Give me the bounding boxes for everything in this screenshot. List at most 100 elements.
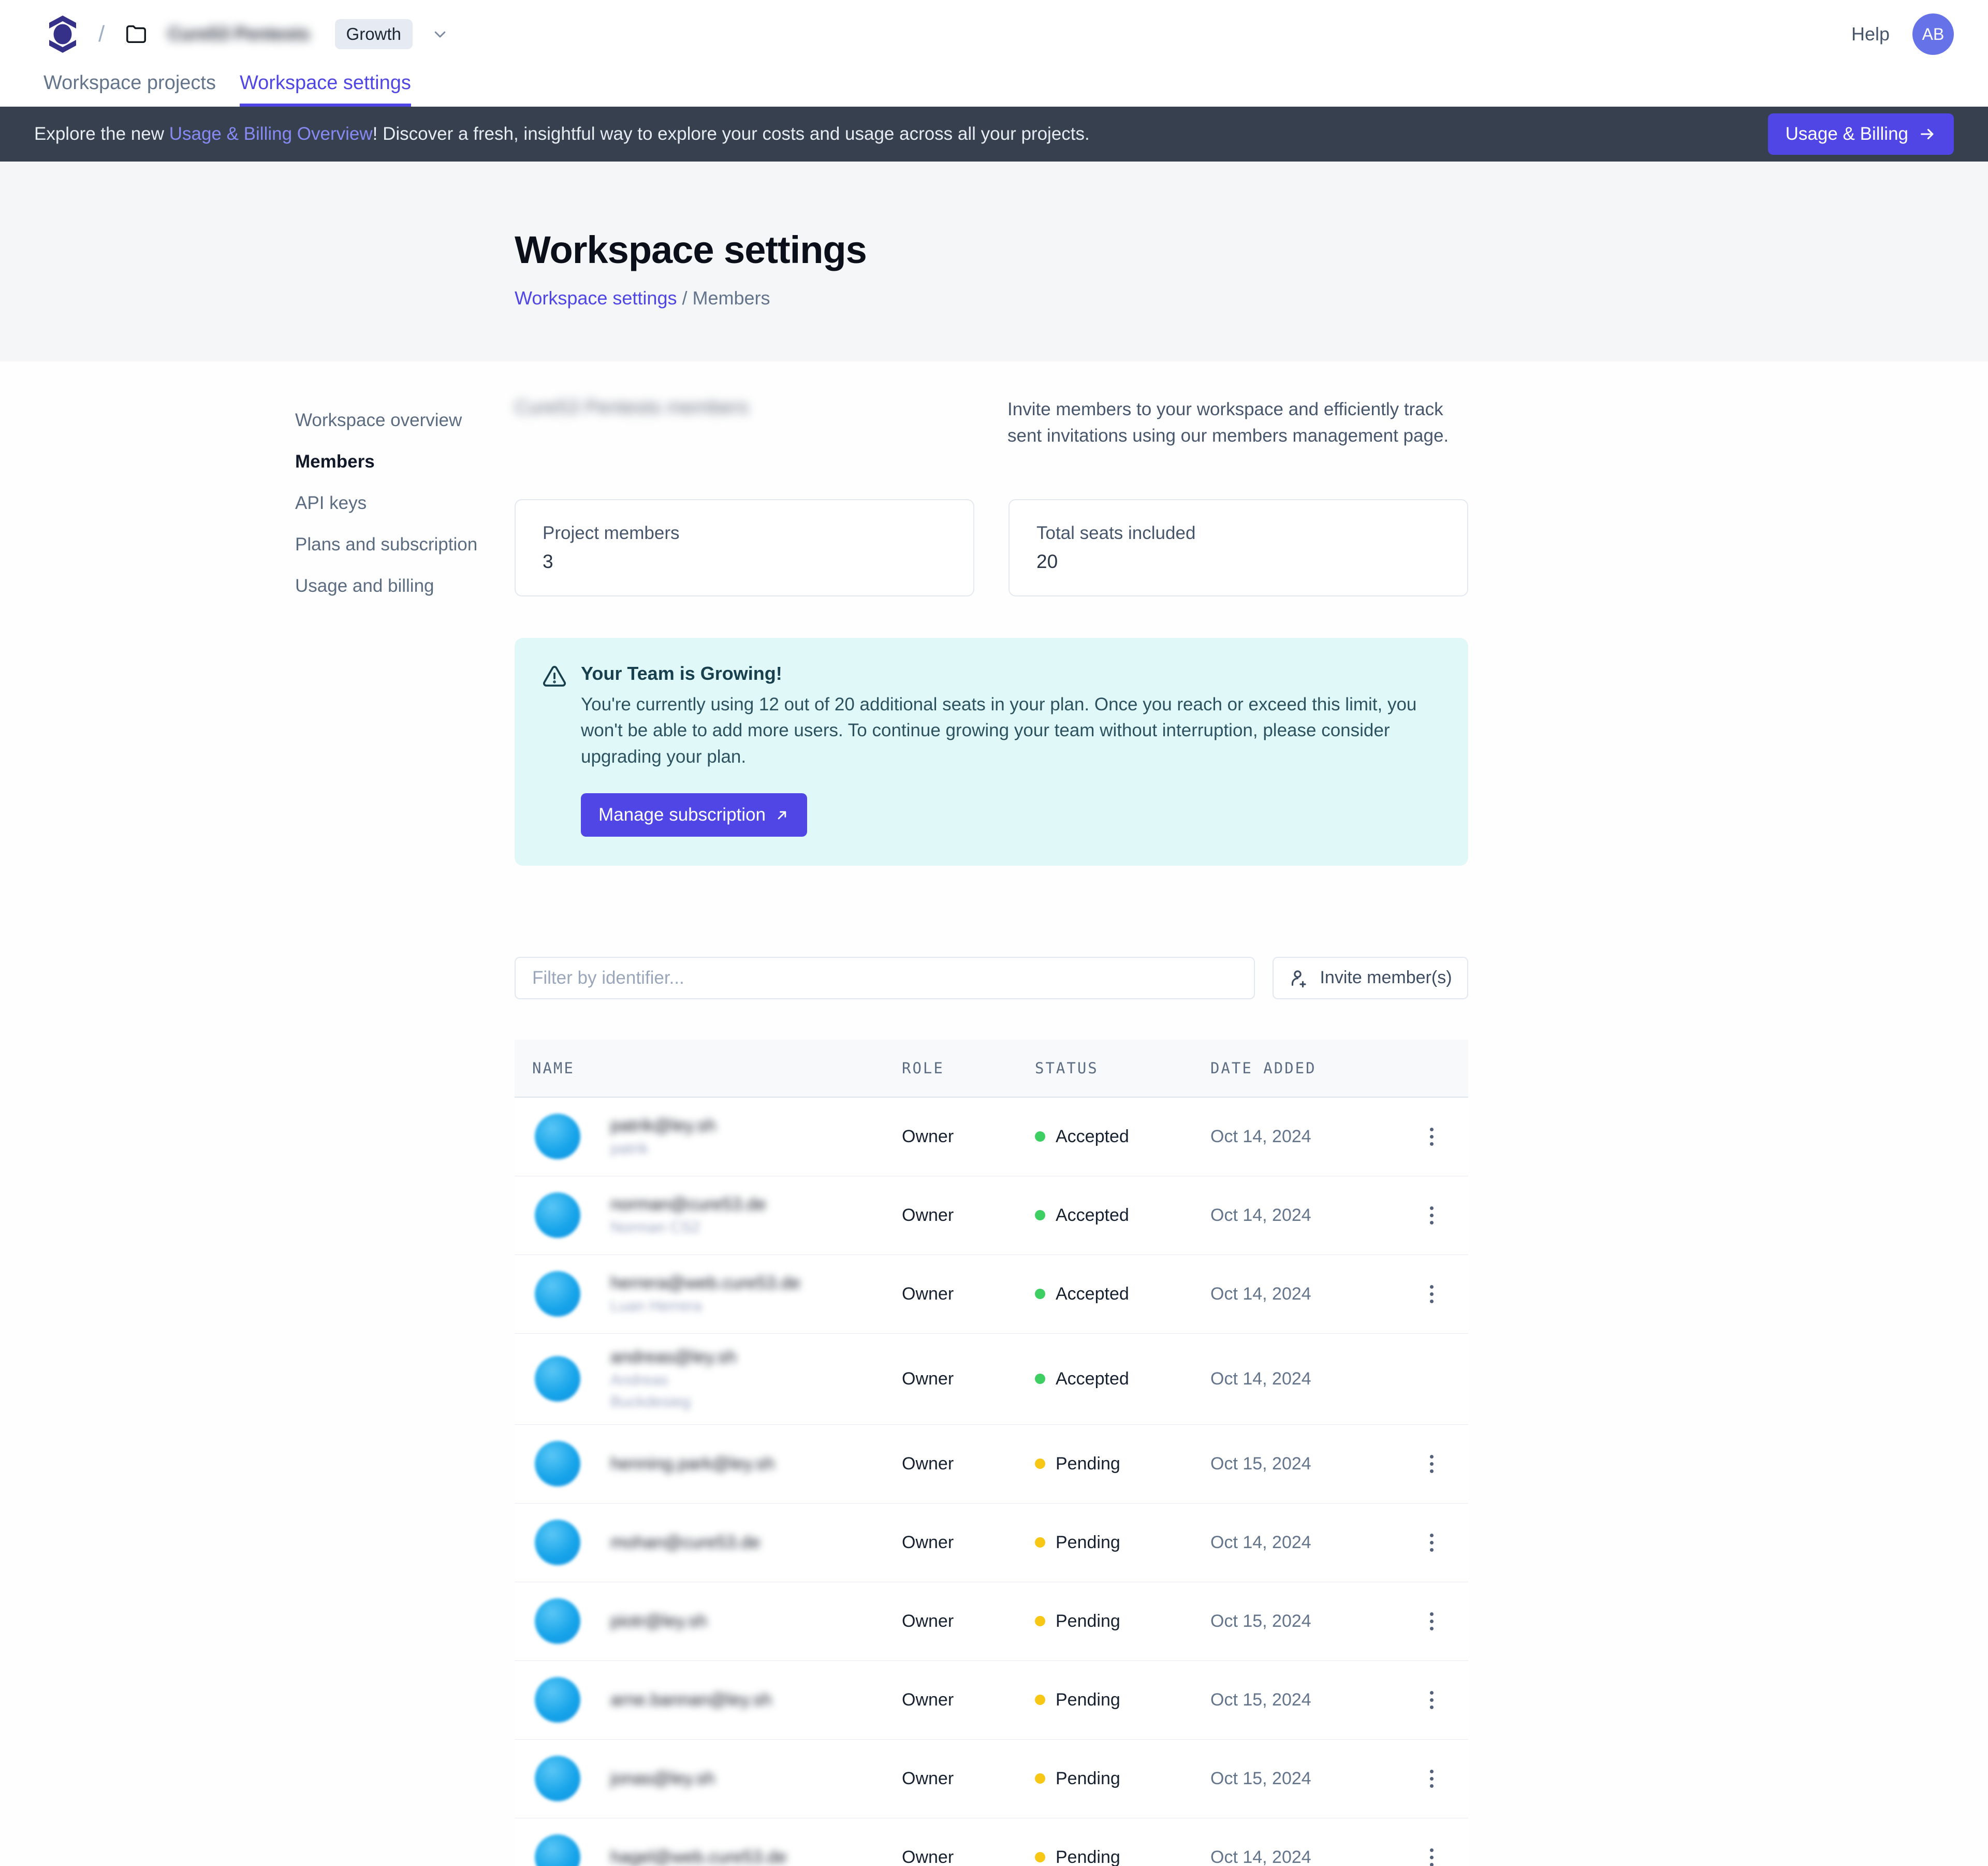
member-role: Owner [902,1127,1035,1147]
sidebar-item-usage-billing[interactable]: Usage and billing [295,573,515,599]
status-dot-icon [1035,1210,1045,1220]
table-row-1: patrik@ley.sh patrik Owner Accepted Oct … [515,1098,1468,1176]
member-status: Accepted [1035,1284,1210,1304]
status-dot-icon [1035,1695,1045,1705]
row-menu-button[interactable] [1423,1278,1441,1310]
member-subname-redacted[interactable]: Luan Herrera [610,1298,800,1315]
app-logo-icon[interactable] [47,14,79,54]
member-email-redacted[interactable]: norman@cure53.de [610,1194,766,1215]
member-email-redacted[interactable]: patrik@ley.sh [610,1116,716,1136]
member-name-cell: andreas@ley.sh Andreas Buckdesieg [515,1334,902,1424]
manage-subscription-button[interactable]: Manage subscription [581,793,807,837]
table-row-4: andreas@ley.sh AndreasBuckdesieg Owner A… [515,1334,1468,1425]
table-row-3: herrera@web.cure53.de Luan Herrera Owner… [515,1255,1468,1334]
usage-billing-banner: Explore the new Usage & Billing Overview… [0,107,1988,162]
member-role: Owner [902,1690,1035,1710]
team-growing-alert: Your Team is Growing! You're currently u… [515,638,1468,866]
status-label: Accepted [1056,1284,1129,1304]
member-subname-redacted[interactable]: patrik [610,1140,716,1158]
workspace-tabs: Workspace projects Workspace settings [0,68,1988,107]
member-email-redacted[interactable]: mohan@cure53.de [610,1533,761,1553]
sidebar-item-plans-subscription[interactable]: Plans and subscription [295,531,515,558]
breadcrumb-separator: / [98,21,105,47]
row-menu-button[interactable] [1423,1448,1441,1480]
member-subname-redacted[interactable]: Andreas [610,1372,737,1389]
member-date-added: Oct 14, 2024 [1210,1847,1395,1866]
member-avatar [535,1520,580,1565]
table-row-8: arne.bannan@ley.sh Owner Pending Oct 15,… [515,1661,1468,1740]
member-email-redacted[interactable]: hagel@web.cure53.de [610,1847,787,1866]
filter-input[interactable] [515,957,1255,999]
row-menu-button[interactable] [1423,1199,1441,1232]
col-date-added: DATE ADDED [1210,1059,1395,1077]
member-avatar [535,1756,580,1801]
status-label: Pending [1056,1533,1120,1553]
member-email-redacted[interactable]: jonas@ley.sh [610,1769,715,1789]
plan-badge[interactable]: Growth [335,19,413,49]
member-status: Pending [1035,1454,1210,1474]
table-row-6: mohan@cure53.de Owner Pending Oct 14, 20… [515,1504,1468,1582]
member-role: Owner [902,1847,1035,1866]
banner-text-post: ! Discover a fresh, insightful way to ex… [373,124,1090,144]
usage-billing-button[interactable]: Usage & Billing [1768,113,1954,155]
tab-workspace-settings[interactable]: Workspace settings [240,72,411,107]
usage-billing-overview-link[interactable]: Usage & Billing Overview [169,124,373,144]
sidebar-item-api-keys[interactable]: API keys [295,490,515,516]
project-members-value: 3 [543,551,946,573]
settings-content: Workspace overview Members API keys Plan… [0,361,1988,1866]
member-avatar [535,1598,580,1644]
settings-side-nav: Workspace overview Members API keys Plan… [0,361,515,1866]
sidebar-item-members[interactable]: Members [295,448,515,475]
members-table-header: NAME ROLE STATUS DATE ADDED [515,1040,1468,1098]
status-dot-icon [1035,1773,1045,1784]
chevron-down-icon[interactable] [432,26,448,42]
banner-text: Explore the new Usage & Billing Overview… [34,124,1768,144]
table-row-9: jonas@ley.sh Owner Pending Oct 15, 2024 [515,1740,1468,1818]
member-date-added: Oct 15, 2024 [1210,1454,1395,1474]
invite-members-button[interactable]: Invite member(s) [1273,957,1468,999]
status-dot-icon [1035,1852,1045,1862]
status-label: Accepted [1056,1127,1129,1147]
table-row-7: piotr@ley.sh Owner Pending Oct 15, 2024 [515,1582,1468,1661]
member-date-added: Oct 14, 2024 [1210,1127,1395,1147]
sidebar-item-workspace-overview[interactable]: Workspace overview [295,407,515,433]
status-dot-icon [1035,1131,1045,1142]
row-menu-button[interactable] [1423,1526,1441,1559]
table-row-5: henning.park@ley.sh Owner Pending Oct 15… [515,1425,1468,1504]
member-email-redacted[interactable]: herrera@web.cure53.de [610,1273,800,1293]
row-menu-button[interactable] [1423,1841,1441,1866]
row-menu-button[interactable] [1423,1684,1441,1716]
tab-workspace-projects[interactable]: Workspace projects [43,72,216,107]
alert-body: You're currently using 12 out of 20 addi… [581,692,1441,770]
row-menu-button[interactable] [1423,1605,1441,1638]
member-email-redacted[interactable]: henning.park@ley.sh [610,1454,774,1474]
member-name-cell: patrik@ley.sh patrik [515,1100,902,1173]
row-menu-button[interactable] [1423,1762,1441,1795]
stat-cards: Project members 3 Total seats included 2… [515,499,1468,596]
member-subname-redacted[interactable]: Buckdesieg [610,1393,737,1411]
workspace-name[interactable]: Cure53 Pentests [168,24,310,45]
member-date-added: Oct 14, 2024 [1210,1369,1395,1389]
help-link[interactable]: Help [1851,23,1890,45]
member-avatar [535,1356,580,1402]
member-email-redacted[interactable]: arne.bannan@ley.sh [610,1690,772,1710]
manage-subscription-label: Manage subscription [598,805,766,825]
member-role: Owner [902,1454,1035,1474]
breadcrumb-current: / Members [677,287,770,309]
member-status: Pending [1035,1533,1210,1553]
member-name-cell: mohan@cure53.de [515,1506,902,1579]
invite-description: Invite members to your workspace and eff… [1007,397,1468,449]
member-date-added: Oct 14, 2024 [1210,1533,1395,1553]
arrow-right-icon [1919,125,1936,143]
member-email-redacted[interactable]: andreas@ley.sh [610,1347,737,1367]
member-avatar [535,1271,580,1317]
member-role: Owner [902,1284,1035,1304]
user-plus-icon [1289,968,1309,988]
member-date-added: Oct 14, 2024 [1210,1205,1395,1226]
members-main: Cure53 Pentests members Invite members t… [515,361,1468,1866]
member-email-redacted[interactable]: piotr@ley.sh [610,1611,707,1631]
member-subname-redacted[interactable]: Norman CS2 [610,1219,766,1236]
breadcrumb-workspace-settings-link[interactable]: Workspace settings [515,287,677,309]
user-avatar[interactable]: AB [1912,13,1954,55]
row-menu-button[interactable] [1423,1120,1441,1153]
